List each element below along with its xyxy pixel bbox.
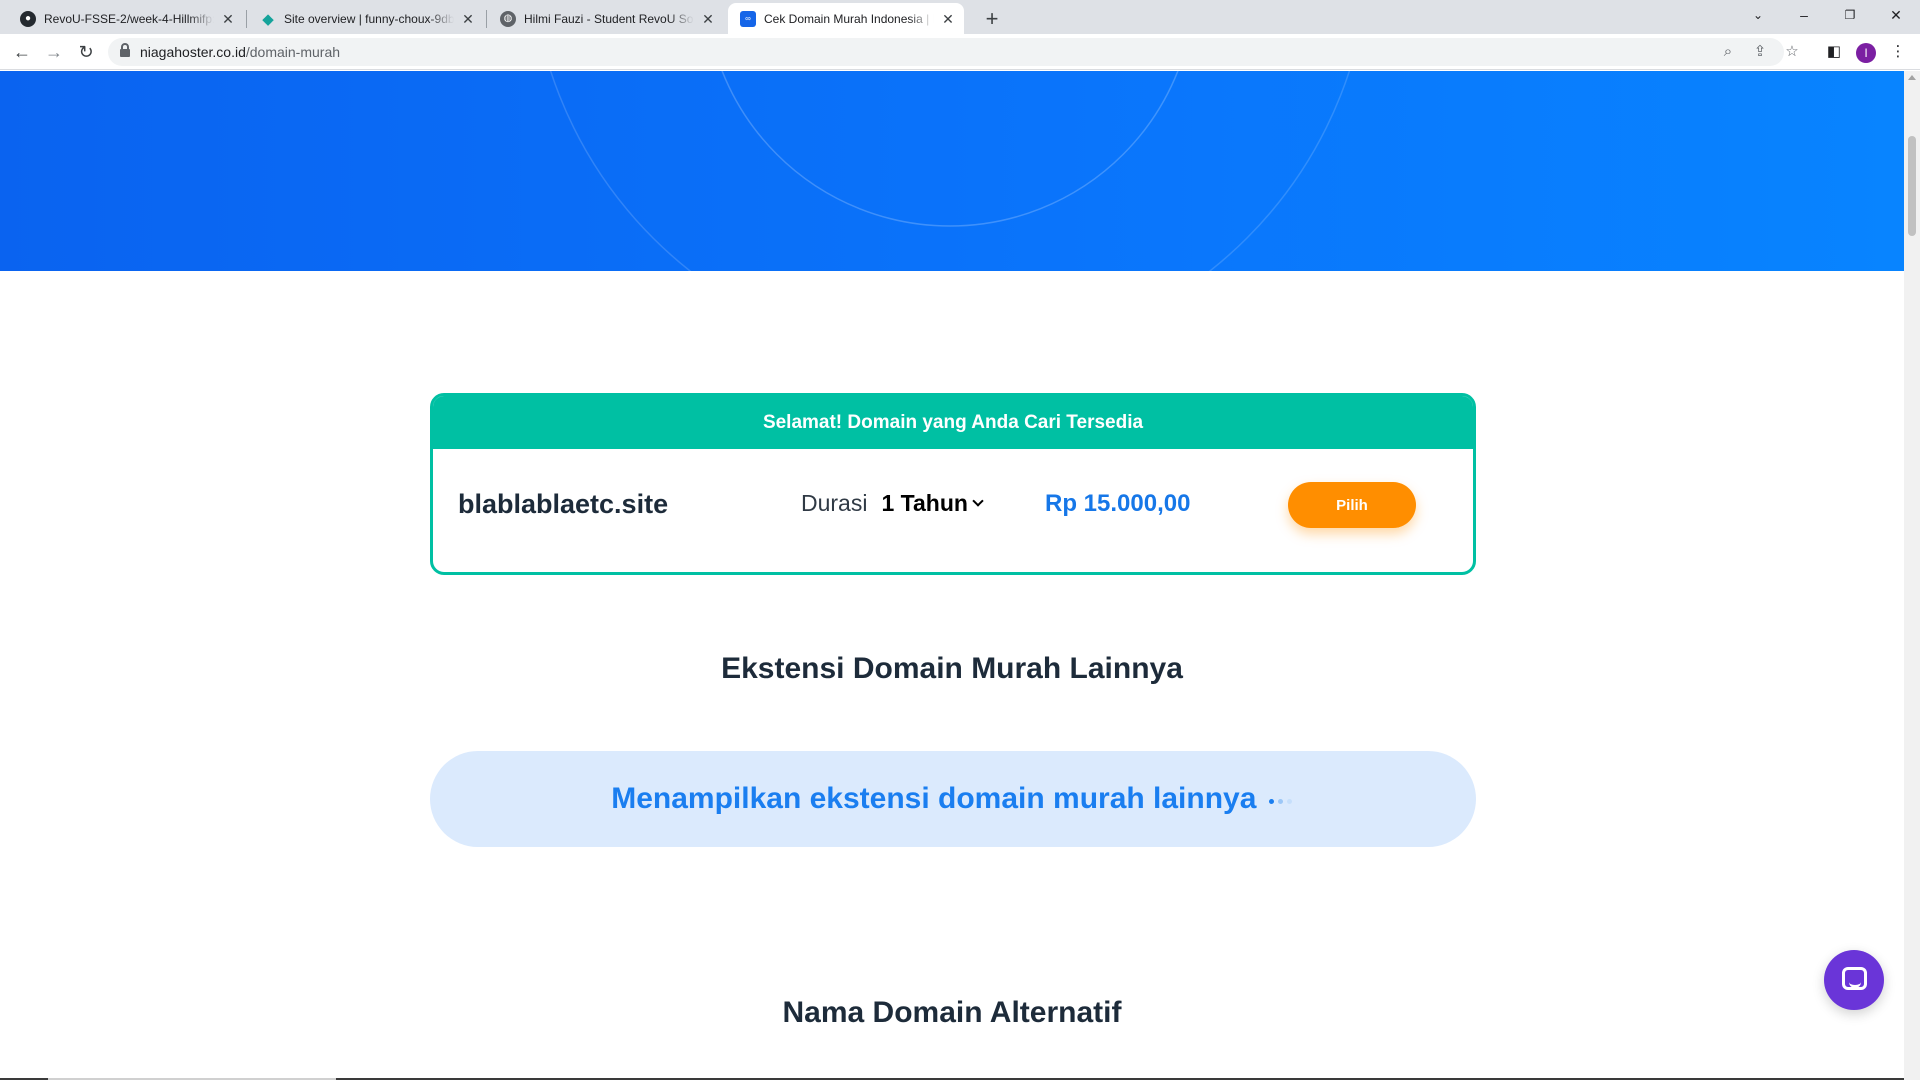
duration-value: 1 Tahun <box>881 490 968 516</box>
browser-tabbar: ● RevoU-FSSE-2/week-4-Hillmifp: w ✕ ◆ Si… <box>0 0 1920 34</box>
close-icon[interactable]: ✕ <box>940 11 956 27</box>
tab-title: RevoU-FSSE-2/week-4-Hillmifp: w <box>44 11 214 26</box>
profile-avatar[interactable]: I <box>1856 43 1876 63</box>
menu-kebab-icon[interactable]: ⋮ <box>1884 38 1912 66</box>
more-extensions-title: Ekstensi Domain Murah Lainnya <box>721 652 1183 685</box>
restore-button[interactable]: ❐ <box>1828 0 1872 30</box>
reload-icon[interactable]: ↻ <box>72 38 100 66</box>
loading-dots-icon <box>1265 747 1295 843</box>
share-icon[interactable]: ⇪ <box>1746 38 1774 66</box>
result-header: Selamat! Domain yang Anda Cari Tersedia <box>433 396 1473 449</box>
tab-title: Site overview | funny-choux-9db <box>284 11 454 26</box>
domain-result-card: Selamat! Domain yang Anda Cari Tersedia … <box>430 393 1476 575</box>
loading-text: Menampilkan ekstensi domain murah lainny… <box>611 782 1257 815</box>
tab-github[interactable]: ● RevoU-FSSE-2/week-4-Hillmifp: w ✕ <box>8 3 244 34</box>
url-host: niagahoster.co.id <box>140 44 246 60</box>
duration-group: Durasi 1 Tahun <box>801 490 984 517</box>
hero-decoration <box>549 71 1351 271</box>
new-tab-button[interactable]: + <box>978 6 1006 34</box>
close-window-button[interactable]: ✕ <box>1874 0 1918 30</box>
url-path: /domain-murah <box>245 44 341 60</box>
close-icon[interactable]: ✕ <box>460 11 476 27</box>
tab-separator <box>486 10 487 28</box>
domain-name: blablablaetc.site <box>458 489 669 519</box>
tab-title: Cek Domain Murah Indonesia | Be <box>764 11 934 26</box>
pilih-button[interactable]: Pilih <box>1288 482 1416 528</box>
duration-select[interactable]: 1 Tahun <box>881 490 984 517</box>
chat-widget-button[interactable] <box>1824 950 1884 1010</box>
close-icon[interactable]: ✕ <box>220 11 236 27</box>
tab-title: Hilmi Fauzi - Student RevoU Softw <box>524 11 694 26</box>
tab-search-icon[interactable]: ⌄ <box>1736 0 1780 30</box>
lock-icon[interactable] <box>120 43 130 57</box>
address-bar[interactable]: niagahoster.co.id/domain-murah <box>108 38 1784 66</box>
tab-revou[interactable]: ◍ Hilmi Fauzi - Student RevoU Softw ✕ <box>488 3 724 34</box>
scroll-up-arrow-icon[interactable] <box>1908 75 1916 80</box>
minimize-button[interactable]: – <box>1782 0 1826 30</box>
tab-niagahoster[interactable]: ∞ Cek Domain Murah Indonesia | Be ✕ <box>728 3 964 34</box>
domain-price: Rp 15.000,00 <box>1045 490 1191 517</box>
loading-extensions: Menampilkan ekstensi domain murah lainny… <box>430 751 1476 847</box>
niagahoster-icon: ∞ <box>740 10 756 27</box>
side-panel-icon[interactable]: ◧ <box>1820 38 1848 66</box>
scrollbar-thumb[interactable] <box>1908 136 1916 236</box>
close-icon[interactable]: ✕ <box>700 11 716 27</box>
back-icon[interactable]: ← <box>8 38 36 66</box>
bookmark-star-icon[interactable]: ☆ <box>1778 38 1806 66</box>
github-icon: ● <box>20 10 36 27</box>
tab-separator <box>246 10 247 28</box>
chat-bubble-icon <box>1842 967 1867 990</box>
page-scrollbar[interactable] <box>1904 71 1920 1080</box>
chevron-down-icon <box>972 495 984 507</box>
globe-icon: ◍ <box>500 10 516 27</box>
result-body: blablablaetc.site Durasi 1 Tahun Rp 15.0… <box>433 449 1473 572</box>
tab-netlify[interactable]: ◆ Site overview | funny-choux-9db ✕ <box>248 3 484 34</box>
page-viewport: Selamat! Domain yang Anda Cari Tersedia … <box>0 71 1904 1080</box>
forward-icon[interactable]: → <box>40 38 68 66</box>
netlify-icon: ◆ <box>262 10 274 28</box>
zoom-icon[interactable]: ⌕ <box>1714 38 1742 66</box>
browser-toolbar: ← → ↻ niagahoster.co.id/domain-murah ⌕ ⇪… <box>0 34 1920 70</box>
duration-label: Durasi <box>801 490 868 516</box>
hero-banner <box>0 71 1904 271</box>
alternative-domain-title: Nama Domain Alternatif <box>782 996 1122 1029</box>
